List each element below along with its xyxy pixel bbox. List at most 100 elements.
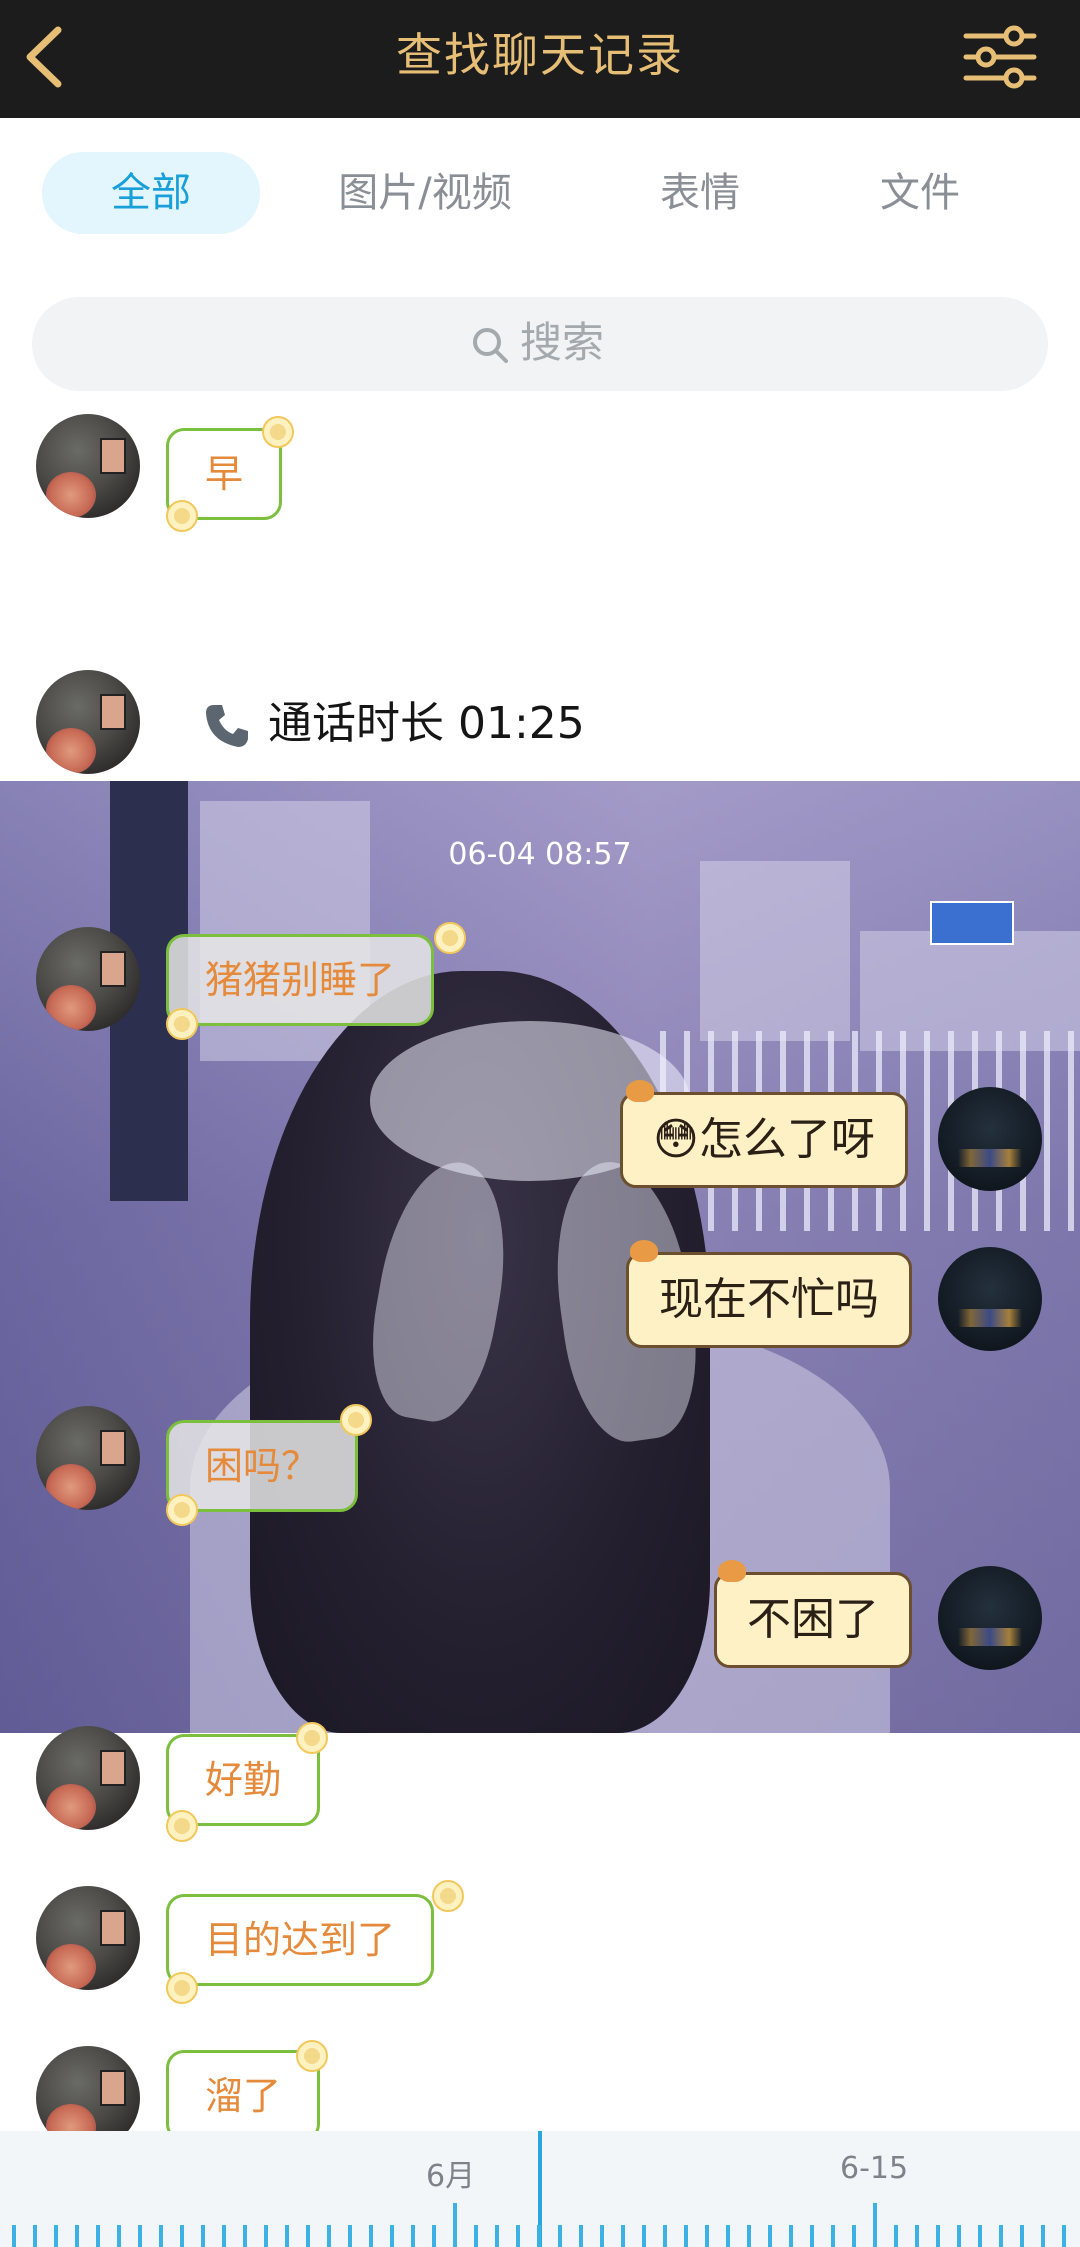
timeline-tick <box>1020 2225 1024 2247</box>
timeline-tick <box>684 2225 688 2247</box>
timeline-tick <box>747 2225 751 2247</box>
timeline-tick <box>159 2225 163 2247</box>
timeline-tick <box>999 2225 1003 2247</box>
message-bubble: 溜了 <box>166 2050 321 2142</box>
flower-decoration-icon <box>166 1008 198 1040</box>
timeline-tick <box>726 2225 730 2247</box>
timeline-tick <box>432 2225 436 2247</box>
friend-avatar[interactable] <box>36 1726 140 1830</box>
friend-avatar[interactable] <box>36 670 140 774</box>
tab-stickers[interactable]: 表情 <box>610 152 790 234</box>
cat-decoration-icon <box>630 1240 658 1262</box>
flower-decoration-icon <box>296 1722 328 1754</box>
timeline-tick <box>75 2225 79 2247</box>
timeline-tick <box>306 2225 310 2247</box>
timeline-tick <box>1041 2225 1045 2247</box>
timeline-tick <box>579 2225 583 2247</box>
tab-images-videos[interactable]: 图片/视频 <box>310 152 540 234</box>
timeline-tick <box>369 2225 373 2247</box>
timeline-tick <box>138 2225 142 2247</box>
timeline-tick <box>390 2225 394 2247</box>
timeline-tick <box>54 2225 58 2247</box>
date-timeline[interactable]: 6月 6-15 <box>0 2131 1080 2247</box>
timeline-tick <box>180 2225 184 2247</box>
timeline-tick <box>327 2225 331 2247</box>
message-bubble: 猪猪别睡了 <box>166 934 435 1026</box>
timeline-tick <box>96 2225 100 2247</box>
message-bubble: 目的达到了 <box>166 1894 435 1986</box>
my-avatar[interactable] <box>938 1566 1042 1670</box>
timeline-tick <box>201 2225 205 2247</box>
my-avatar[interactable] <box>938 1087 1042 1191</box>
flower-decoration-icon <box>262 416 294 448</box>
cat-decoration-icon <box>718 1560 746 1582</box>
flower-decoration-icon <box>166 500 198 532</box>
timeline-tick <box>558 2225 562 2247</box>
timeline-tick <box>495 2225 499 2247</box>
timeline-tick <box>537 2225 541 2247</box>
chat-background-photo: 06-04 08:57 <box>0 781 1080 1733</box>
timeline-tick <box>957 2225 961 2247</box>
search-box[interactable]: 搜索 <box>32 297 1048 391</box>
timeline-tick <box>852 2225 856 2247</box>
timeline-tick <box>894 2225 898 2247</box>
timeline-tick <box>222 2225 226 2247</box>
timeline-tick <box>768 2225 772 2247</box>
timeline-tick <box>264 2225 268 2247</box>
timeline-tick <box>915 2225 919 2247</box>
message-timestamp: 06-04 08:57 <box>448 837 632 872</box>
search-placeholder: 搜索 <box>520 318 605 367</box>
my-avatar[interactable] <box>938 1247 1042 1351</box>
timeline-tick <box>873 2203 877 2247</box>
top-bar: 查找聊天记录 <box>0 0 1080 118</box>
timeline-tick <box>810 2225 814 2247</box>
flower-decoration-icon <box>166 1810 198 1842</box>
timeline-tick <box>411 2225 415 2247</box>
friend-avatar[interactable] <box>36 414 140 518</box>
friend-avatar[interactable] <box>36 1406 140 1510</box>
flower-decoration-icon <box>434 922 466 954</box>
message-text: 怎么了呀 <box>698 1114 875 1165</box>
message-bubble: 不困了 <box>714 1572 912 1668</box>
timeline-tick <box>453 2203 457 2247</box>
filter-tabs: 全部 图片/视频 表情 文件 <box>0 118 1080 268</box>
timeline-month-label: 6月 <box>426 2159 476 2194</box>
sliders-icon[interactable] <box>962 22 1038 92</box>
call-duration-text: 通话时长 01:25 <box>268 698 585 749</box>
timeline-tick <box>285 2225 289 2247</box>
timeline-tick <box>831 2225 835 2247</box>
timeline-tick <box>936 2225 940 2247</box>
timeline-tick <box>12 2225 16 2247</box>
timeline-tick <box>516 2225 520 2247</box>
flower-decoration-icon <box>166 1494 198 1526</box>
call-record[interactable]: 通话时长 01:25 <box>202 686 585 762</box>
timeline-tick <box>621 2225 625 2247</box>
tab-all[interactable]: 全部 <box>42 152 260 234</box>
timeline-date-label: 6-15 <box>840 2151 909 2186</box>
timeline-tick <box>243 2225 247 2247</box>
timeline-tick <box>978 2225 982 2247</box>
timeline-tick <box>1062 2225 1066 2247</box>
timeline-tick <box>663 2225 667 2247</box>
flower-decoration-icon <box>166 1972 198 2004</box>
page-title: 查找聊天记录 <box>396 28 684 82</box>
friend-avatar[interactable] <box>36 1886 140 1990</box>
timeline-tick <box>117 2225 121 2247</box>
tab-files[interactable]: 文件 <box>830 152 1010 234</box>
cat-decoration-icon <box>626 1080 654 1102</box>
message-bubble: 困吗？ <box>166 1420 359 1512</box>
timeline-tick <box>600 2225 604 2247</box>
timeline-tick <box>705 2225 709 2247</box>
flower-decoration-icon <box>432 1880 464 1912</box>
friend-avatar[interactable] <box>36 927 140 1031</box>
flower-decoration-icon <box>296 2040 328 2072</box>
message-bubble: 😳怎么了呀 <box>620 1092 908 1188</box>
timeline-tick <box>348 2225 352 2247</box>
message-bubble: 现在不忙吗 <box>626 1252 912 1348</box>
flower-decoration-icon <box>340 1404 372 1436</box>
phone-icon <box>206 705 248 747</box>
timeline-tick <box>33 2225 37 2247</box>
timeline-tick <box>642 2225 646 2247</box>
timeline-tick <box>789 2225 793 2247</box>
blush-emoji-icon: 😳 <box>653 1114 699 1165</box>
